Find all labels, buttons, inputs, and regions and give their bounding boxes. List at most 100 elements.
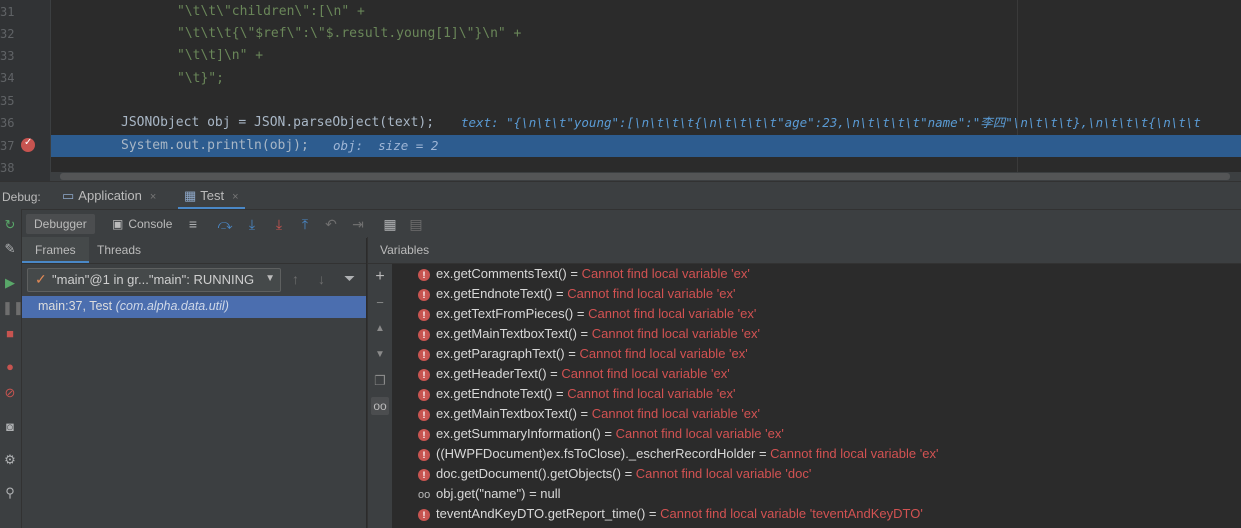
- mute-breakpoints-icon[interactable]: ⊘: [2, 385, 18, 401]
- frames-pane: Frames Threads ✓ "main"@1 in gr..."main"…: [22, 237, 366, 528]
- variable-value: null: [540, 486, 561, 501]
- variable-row[interactable]: ! ex.getTextFromPieces() = Cannot find lo…: [418, 304, 756, 324]
- code-line-31[interactable]: "\t\t\"children\":[\n" +: [177, 1, 1241, 23]
- variable-name: teventAndKeyDTO.getReport_time(): [436, 506, 646, 521]
- variable-row[interactable]: ! ex.getMainTextboxText() = Cannot find l…: [418, 324, 760, 344]
- tab-threads-label: Threads: [97, 243, 142, 257]
- error-icon: !: [418, 268, 430, 281]
- variable-name: ex.getParagraphText(): [436, 346, 565, 361]
- error-icon: !: [418, 348, 430, 361]
- variable-row[interactable]: ! ex.getCommentsText() = Cannot find loca…: [418, 264, 750, 284]
- move-down-icon[interactable]: ▼: [371, 346, 389, 364]
- variable-equals: =: [573, 306, 589, 321]
- tab-frames[interactable]: Frames: [22, 237, 89, 263]
- variable-name: ex.getEndnoteText(): [436, 386, 553, 401]
- variable-row[interactable]: ! ex.getHeaderText() = Cannot find local …: [418, 364, 730, 384]
- camera-icon[interactable]: ◙: [2, 419, 18, 435]
- error-icon: !: [418, 308, 430, 321]
- remove-watch-icon[interactable]: −: [371, 294, 389, 312]
- variable-equals: =: [552, 286, 568, 301]
- variable-value: Cannot find local variable 'ex': [615, 426, 784, 441]
- force-step-into-icon[interactable]: ⤓: [270, 214, 288, 234]
- view-breakpoints-icon[interactable]: ●: [2, 359, 18, 375]
- variable-row[interactable]: ! teventAndKeyDTO.getReport_time() = Cann…: [418, 504, 923, 524]
- variable-row[interactable]: ! ex.getSummaryInformation() = Cannot fin…: [418, 424, 784, 444]
- variable-row[interactable]: ! ex.getParagraphText() = Cannot find loc…: [418, 344, 748, 364]
- tab-application[interactable]: ▭ Application ×: [62, 182, 156, 210]
- run-to-cursor-icon[interactable]: ⇥: [349, 214, 367, 234]
- code-line-37[interactable]: System.out.println(obj);: [121, 135, 321, 157]
- step-into-icon[interactable]: ⤓: [243, 214, 261, 234]
- tab-application-label: Application: [78, 188, 142, 203]
- code-line-34[interactable]: "\t}";: [177, 68, 1241, 90]
- debug-tool-window-header: Debug: ▭ Application × ▦ Test ×: [0, 181, 1241, 210]
- scrollbar-thumb[interactable]: [60, 173, 1230, 180]
- variables-pane: Variables + − ▲ ▼ ❐ oo ! ex.getCommentsTe…: [367, 237, 1241, 528]
- variables-header: Variables: [368, 237, 1241, 264]
- wrench-icon[interactable]: ✎: [2, 241, 18, 257]
- variable-value: Cannot find local variable 'ex': [579, 346, 748, 361]
- arrow-down-icon[interactable]: ↓: [318, 271, 325, 287]
- close-icon[interactable]: ×: [150, 191, 156, 203]
- line-number: 36: [0, 116, 15, 130]
- show-watches-icon[interactable]: oo: [371, 397, 389, 415]
- rerun-icon[interactable]: ↻: [2, 217, 18, 233]
- console-tab[interactable]: ▣ Console: [112, 214, 172, 234]
- test-run-icon: ▦: [184, 188, 197, 203]
- app-run-icon: ▭: [62, 188, 75, 203]
- layout-icon[interactable]: ▤: [407, 214, 425, 234]
- frame-row[interactable]: main:37, Test (com.alpha.data.util): [22, 296, 366, 318]
- frame-package: (com.alpha.data.util): [115, 299, 229, 313]
- line-number: 33: [0, 49, 15, 63]
- checkmark-icon: ✓: [35, 271, 47, 287]
- close-icon[interactable]: ×: [232, 191, 238, 203]
- tab-frames-label: Frames: [35, 243, 76, 257]
- variable-row[interactable]: ! ex.getMainTextboxText() = Cannot find l…: [418, 404, 760, 424]
- resume-icon[interactable]: ▶: [2, 275, 18, 291]
- code-line-32[interactable]: "\t\t\t{\"$ref\":\"$.result.young[1]\"}\…: [177, 23, 1241, 45]
- variable-equals: =: [755, 446, 771, 461]
- debugger-tab[interactable]: Debugger: [26, 214, 95, 234]
- error-icon: !: [418, 508, 430, 521]
- code-line-36[interactable]: JSONObject obj = JSON.parseObject(text);: [121, 112, 451, 134]
- error-icon: !: [418, 428, 430, 441]
- code-line-33[interactable]: "\t\t]\n" +: [177, 45, 1241, 67]
- variable-row[interactable]: ! ex.getEndnoteText() = Cannot find local…: [418, 384, 735, 404]
- line-number: 32: [0, 27, 15, 41]
- variable-name: ex.getSummaryInformation(): [436, 426, 601, 441]
- duplicate-icon[interactable]: ❐: [371, 372, 389, 390]
- menu-icon[interactable]: ≡: [184, 214, 202, 234]
- variable-row[interactable]: ! ((HWPFDocument)ex.fsToClose)._escherRec…: [418, 444, 938, 464]
- variable-row[interactable]: oo obj.get("name") = null: [418, 484, 561, 504]
- variable-name: ex.getTextFromPieces(): [436, 306, 574, 321]
- tab-test-label: Test: [200, 188, 225, 203]
- pause-icon[interactable]: ❚❚: [2, 300, 24, 316]
- variable-value: Cannot find local variable 'ex': [561, 366, 730, 381]
- variable-row[interactable]: ! doc.getDocument().getObjects() = Cannot…: [418, 464, 811, 484]
- frames-header: Frames Threads: [22, 237, 366, 264]
- debugger-toolbar: Debugger ▣ Console ≡ ⤼ ⤓ ⤓ ⤒ ↶ ⇥ ▦ ▤: [22, 209, 1241, 238]
- step-out-icon[interactable]: ⤒: [296, 214, 314, 234]
- variable-equals: =: [645, 506, 661, 521]
- code-editor[interactable]: 31 32 33 34 35 36 37 38 ✓ "\t\t\"childre…: [0, 0, 1241, 181]
- evaluate-expression-icon[interactable]: ▦: [381, 214, 399, 234]
- variable-name: ((HWPFDocument)ex.fsToClose)._escherReco…: [436, 446, 756, 461]
- thread-selector-dropdown[interactable]: ✓ "main"@1 in gr..."main": RUNNING ▼: [27, 268, 281, 292]
- variable-row[interactable]: ! ex.getEndnoteText() = Cannot find local…: [418, 284, 735, 304]
- drop-frame-icon[interactable]: ↶: [322, 214, 340, 234]
- tab-test[interactable]: ▦ Test ×: [178, 182, 245, 210]
- variable-value: Cannot find local variable 'ex': [591, 406, 761, 421]
- step-over-icon[interactable]: ⤼: [216, 214, 234, 234]
- stop-icon[interactable]: ■: [2, 326, 18, 342]
- arrow-up-icon[interactable]: ↑: [292, 271, 299, 287]
- variable-equals: =: [576, 406, 592, 421]
- move-up-icon[interactable]: ▲: [371, 320, 389, 338]
- console-tab-label: Console: [128, 217, 173, 231]
- inline-value-hint-obj: obj: size = 2: [333, 138, 439, 153]
- pin-icon[interactable]: ⚲: [2, 485, 18, 501]
- settings-gear-icon[interactable]: ⚙: [2, 452, 18, 468]
- variable-name: obj.get("name"): [436, 486, 526, 501]
- add-watch-icon[interactable]: +: [371, 268, 389, 286]
- tab-threads[interactable]: Threads: [97, 237, 141, 263]
- filter-icon[interactable]: ⏷: [344, 270, 355, 287]
